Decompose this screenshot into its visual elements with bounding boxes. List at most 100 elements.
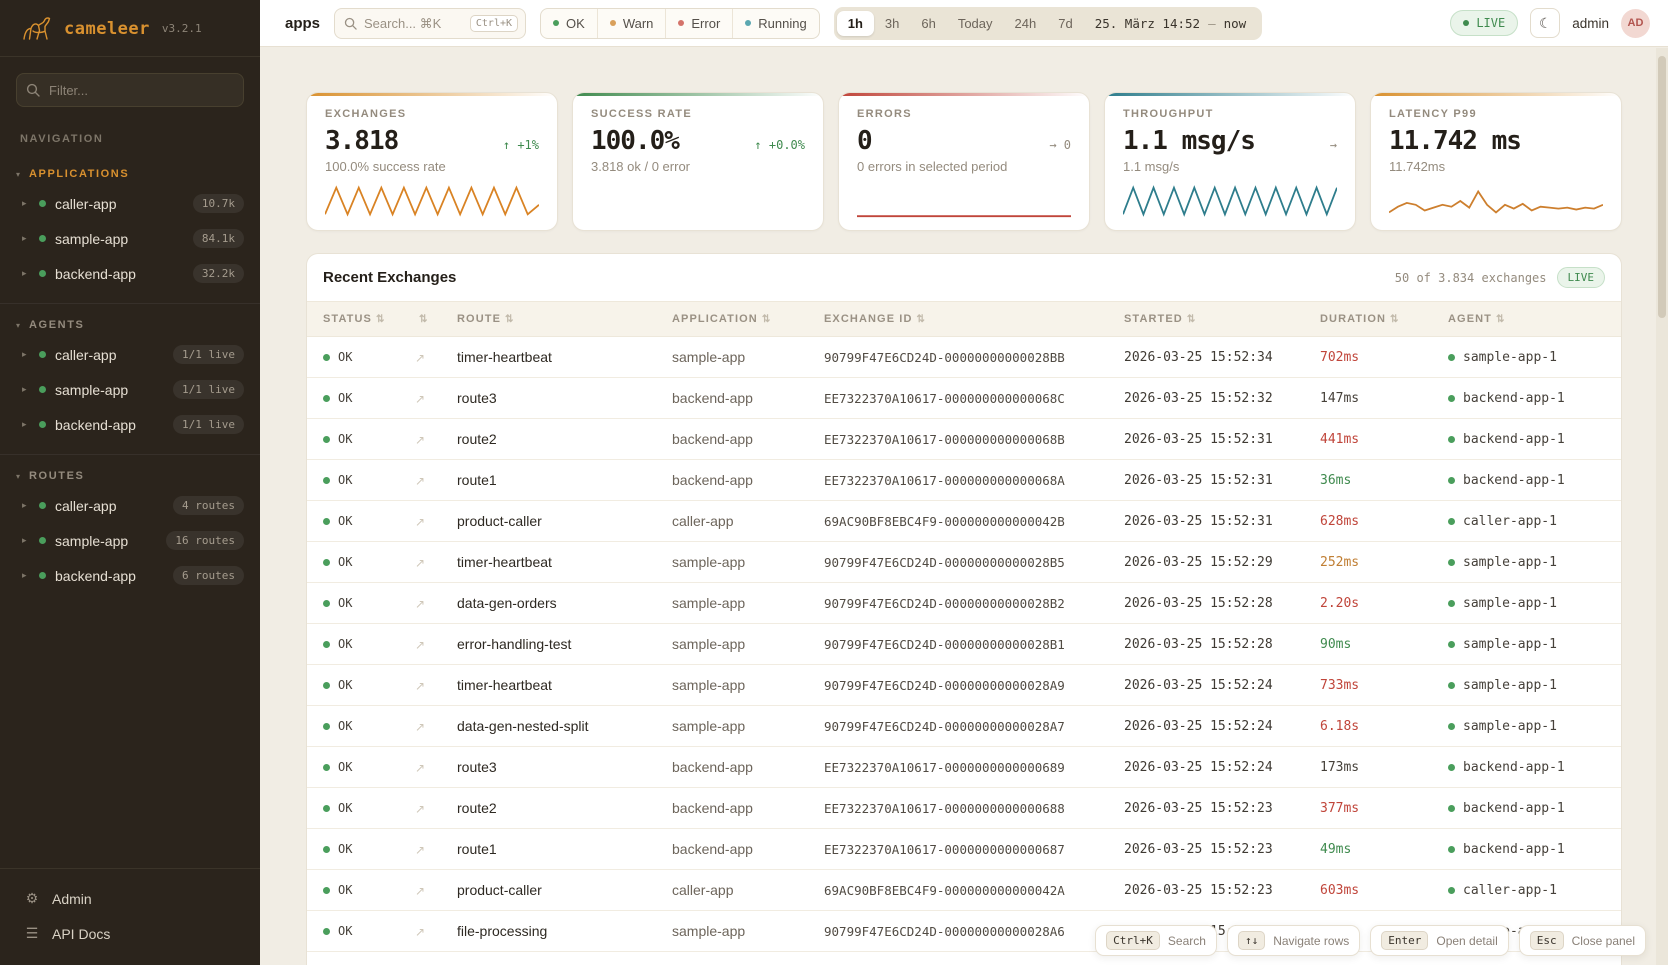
- caret-down-icon: ▾: [16, 170, 20, 179]
- exchange-row[interactable]: OK↗timer-heartbeatsample-app90799F47E6CD…: [307, 542, 1621, 583]
- gear-icon: ⚙: [24, 890, 40, 907]
- status-text: OK: [338, 842, 352, 856]
- sidebar-link-api-docs[interactable]: ☰API Docs: [0, 916, 260, 951]
- search-box[interactable]: Ctrl+K: [334, 8, 526, 39]
- cell-agent-wrap: caller-app-1: [1440, 501, 1621, 542]
- card-accent-bar: [307, 93, 557, 96]
- exchange-row[interactable]: OK↗data-gen-nested-splitsample-app90799F…: [307, 706, 1621, 747]
- exchange-row[interactable]: OK↗route2backend-appEE7322370A10617-0000…: [307, 788, 1621, 829]
- cell-duration: 441ms: [1312, 419, 1440, 460]
- time-display[interactable]: 25. März 14:52 — now: [1084, 16, 1259, 31]
- scrollbar-thumb[interactable]: [1658, 56, 1666, 318]
- stat-card-subtitle: 11.742ms: [1389, 159, 1603, 174]
- sidebar-item-caller-app[interactable]: ▸caller-app1/1 live: [0, 337, 260, 372]
- agent-name: caller-app-1: [1463, 514, 1557, 529]
- column-header-started[interactable]: STARTED⇅: [1116, 302, 1312, 337]
- open-exchange-icon[interactable]: ↗: [415, 474, 425, 488]
- column-header-expand[interactable]: ⇅: [407, 302, 449, 337]
- status-filter-ok[interactable]: OK: [541, 9, 597, 38]
- sidebar-section-header-agents[interactable]: ▾AGENTS: [0, 312, 260, 337]
- open-exchange-icon[interactable]: ↗: [415, 556, 425, 570]
- stat-card-delta: →: [1330, 138, 1337, 152]
- open-exchange-icon[interactable]: ↗: [415, 802, 425, 816]
- cell-exchange-id: EE7322370A10617-0000000000000687: [816, 829, 1116, 870]
- time-range-7d[interactable]: 7d: [1047, 11, 1083, 36]
- cell-route: timer-heartbeat: [449, 337, 664, 378]
- sidebar-item-caller-app[interactable]: ▸caller-app10.7k: [0, 186, 260, 221]
- exchange-row[interactable]: OK↗route3backend-appEE7322370A10617-0000…: [307, 378, 1621, 419]
- open-exchange-icon[interactable]: ↗: [415, 392, 425, 406]
- status-filter-error[interactable]: Error: [665, 9, 732, 38]
- open-exchange-icon[interactable]: ↗: [415, 433, 425, 447]
- exchange-row[interactable]: OK↗route1backend-appEE7322370A10617-0000…: [307, 460, 1621, 501]
- theme-toggle-button[interactable]: ☾: [1530, 8, 1560, 38]
- live-toggle-button[interactable]: LIVE: [1450, 10, 1518, 36]
- sidebar-item-label: backend-app: [55, 266, 136, 282]
- cell-exchange-id: 90799F47E6CD24D-00000000000028A6: [816, 911, 1116, 952]
- open-exchange-icon[interactable]: ↗: [415, 638, 425, 652]
- cell-route: data-gen-files: [449, 952, 664, 965]
- sidebar-item-sample-app[interactable]: ▸sample-app1/1 live: [0, 372, 260, 407]
- sidebar-item-backend-app[interactable]: ▸backend-app32.2k: [0, 256, 260, 291]
- cell-started: 2026-03-25 15:52:24: [1116, 747, 1312, 788]
- open-exchange-icon[interactable]: ↗: [415, 884, 425, 898]
- exchange-row[interactable]: OK↗product-callercaller-app69AC90BF8EBC4…: [307, 870, 1621, 911]
- exchange-row[interactable]: OK↗product-callercaller-app69AC90BF8EBC4…: [307, 501, 1621, 542]
- exchange-row[interactable]: OK↗route1backend-appEE7322370A10617-0000…: [307, 829, 1621, 870]
- column-header-duration[interactable]: DURATION⇅: [1312, 302, 1440, 337]
- stat-card-value-row: 11.742 ms: [1389, 126, 1603, 156]
- status-text: OK: [338, 883, 352, 897]
- column-header-route[interactable]: ROUTE⇅: [449, 302, 664, 337]
- column-header-application[interactable]: APPLICATION⇅: [664, 302, 816, 337]
- sidebar-item-backend-app[interactable]: ▸backend-app6 routes: [0, 558, 260, 593]
- status-filter-running[interactable]: Running: [732, 9, 818, 38]
- chevron-right-icon: ▸: [22, 419, 30, 430]
- search-input[interactable]: [364, 16, 463, 31]
- sidebar-item-sample-app[interactable]: ▸sample-app84.1k: [0, 221, 260, 256]
- open-exchange-icon[interactable]: ↗: [415, 679, 425, 693]
- time-range-3h[interactable]: 3h: [874, 11, 910, 36]
- exchange-row[interactable]: OK↗route2backend-appEE7322370A10617-0000…: [307, 419, 1621, 460]
- open-exchange-icon[interactable]: ↗: [415, 761, 425, 775]
- avatar[interactable]: AD: [1621, 9, 1650, 38]
- stat-card-label: ERRORS: [857, 108, 1071, 120]
- open-exchange-icon[interactable]: ↗: [415, 843, 425, 857]
- open-exchange-icon[interactable]: ↗: [415, 515, 425, 529]
- exchange-row[interactable]: OK↗route3backend-appEE7322370A10617-0000…: [307, 747, 1621, 788]
- time-range-today[interactable]: Today: [947, 11, 1004, 36]
- sidebar-item-sample-app[interactable]: ▸sample-app16 routes: [0, 523, 260, 558]
- exchange-row[interactable]: OK↗timer-heartbeatsample-app90799F47E6CD…: [307, 665, 1621, 706]
- time-range-24h[interactable]: 24h: [1004, 11, 1048, 36]
- status-filter-warn[interactable]: Warn: [597, 9, 666, 38]
- column-header-agent[interactable]: AGENT⇅: [1440, 302, 1621, 337]
- agent-live-dot: [1448, 436, 1455, 443]
- sidebar-item-backend-app[interactable]: ▸backend-app1/1 live: [0, 407, 260, 442]
- cell-status-wrap: OK: [307, 870, 407, 911]
- sparkline-chart: [325, 182, 539, 220]
- status-value: OK: [323, 883, 399, 897]
- sidebar-section-header-routes[interactable]: ▾ROUTES: [0, 463, 260, 488]
- sidebar-item-caller-app[interactable]: ▸caller-app4 routes: [0, 488, 260, 523]
- time-range-6h[interactable]: 6h: [910, 11, 946, 36]
- column-header-exchange_id[interactable]: EXCHANGE ID⇅: [816, 302, 1116, 337]
- exchange-row[interactable]: OK↗timer-heartbeatsample-app90799F47E6CD…: [307, 337, 1621, 378]
- column-header-status[interactable]: STATUS⇅: [307, 302, 407, 337]
- agent-value: backend-app-1: [1448, 391, 1613, 406]
- cell-application: sample-app: [664, 583, 816, 624]
- exchange-row[interactable]: OK↗data-gen-orderssample-app90799F47E6CD…: [307, 583, 1621, 624]
- scrollbar-track[interactable]: [1656, 48, 1668, 965]
- cell-expand: ↗: [407, 952, 449, 965]
- cell-started: 2026-03-25 15:52:34: [1116, 337, 1312, 378]
- open-exchange-icon[interactable]: ↗: [415, 925, 425, 939]
- open-exchange-icon[interactable]: ↗: [415, 720, 425, 734]
- exchange-row[interactable]: OK↗error-handling-testsample-app90799F47…: [307, 624, 1621, 665]
- time-range-1h[interactable]: 1h: [837, 11, 874, 36]
- agent-live-dot: [1448, 518, 1455, 525]
- agent-live-dot: [1448, 641, 1455, 648]
- sidebar-link-admin[interactable]: ⚙Admin: [0, 881, 260, 916]
- filter-input[interactable]: [16, 73, 244, 107]
- open-exchange-icon[interactable]: ↗: [415, 597, 425, 611]
- open-exchange-icon[interactable]: ↗: [415, 351, 425, 365]
- stat-card-value: 0: [857, 126, 872, 156]
- sidebar-section-header-applications[interactable]: ▾APPLICATIONS: [0, 161, 260, 186]
